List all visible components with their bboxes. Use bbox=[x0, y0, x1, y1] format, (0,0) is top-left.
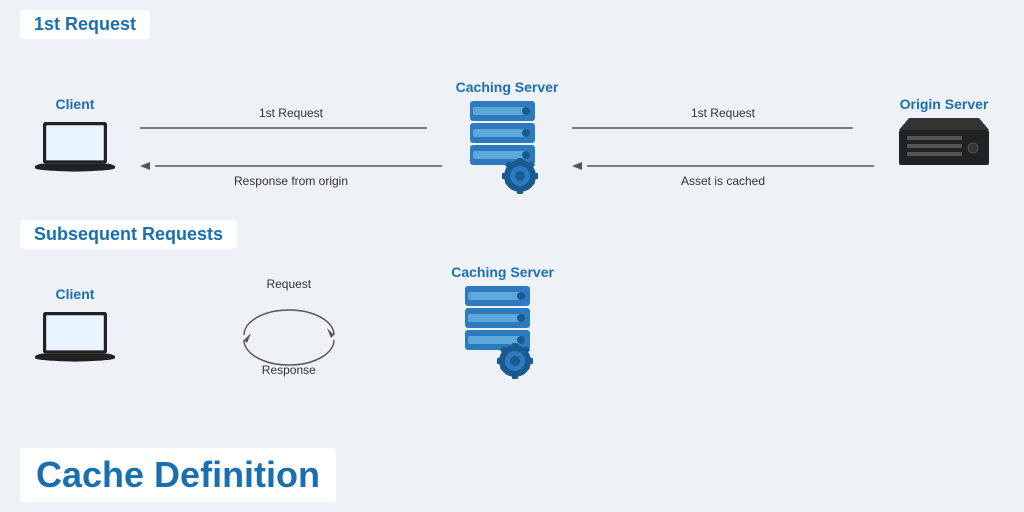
circular-arrow-area: Request Response bbox=[130, 267, 448, 387]
arrow-left-2 bbox=[572, 160, 874, 172]
client-label-subsequent: Client bbox=[56, 286, 95, 302]
caching-server-label-subsequent: Caching Server bbox=[451, 264, 554, 280]
laptop-icon-subsequent bbox=[35, 308, 115, 368]
subsequent-header: Subsequent Requests bbox=[20, 220, 237, 249]
server-icon-subsequent bbox=[460, 286, 545, 381]
request-label: Request bbox=[266, 277, 311, 291]
arrow-area-1: 1st Request Response from origin bbox=[130, 106, 452, 188]
response-label: Response bbox=[262, 363, 316, 377]
caching-server-node-first: Caching Server bbox=[452, 79, 562, 196]
cache-definition: Cache Definition bbox=[20, 448, 336, 502]
cache-definition-text: Cache Definition bbox=[20, 448, 336, 502]
laptop-icon-first bbox=[35, 118, 115, 178]
arrow-left-1 bbox=[140, 160, 442, 172]
first-request-diagram-row: Client 1st Request bbox=[20, 52, 1004, 222]
arrow2-top-label: 1st Request bbox=[572, 106, 874, 120]
caching-server-label-first: Caching Server bbox=[456, 79, 559, 95]
client-node-subsequent: Client bbox=[20, 286, 130, 368]
caching-server-node-subsequent: Caching Server bbox=[448, 264, 558, 381]
arrow-area-2: 1st Request Asset is cached bbox=[562, 106, 884, 188]
client-node-first: Client bbox=[20, 96, 130, 178]
main-container: 1st Request Client 1st Reque bbox=[0, 0, 1024, 512]
arrow-right-1 bbox=[140, 122, 442, 134]
first-request-section: 1st Request Client 1st Reque bbox=[20, 10, 1004, 220]
arrow-right-2 bbox=[572, 122, 874, 134]
first-request-header: 1st Request bbox=[20, 10, 150, 39]
subsequent-diagram-row: Client Request bbox=[20, 262, 1004, 392]
arrow1-bottom-label: Response from origin bbox=[140, 174, 442, 188]
origin-server-icon bbox=[899, 118, 989, 178]
arrow2-bottom-label: Asset is cached bbox=[572, 174, 874, 188]
origin-server-node: Origin Server bbox=[884, 96, 1004, 178]
arrow1-top-label: 1st Request bbox=[140, 106, 442, 120]
subsequent-section: Subsequent Requests Client Request bbox=[20, 220, 1004, 380]
origin-server-label: Origin Server bbox=[900, 96, 989, 112]
server-icon-first bbox=[465, 101, 550, 196]
client-label-first: Client bbox=[56, 96, 95, 112]
